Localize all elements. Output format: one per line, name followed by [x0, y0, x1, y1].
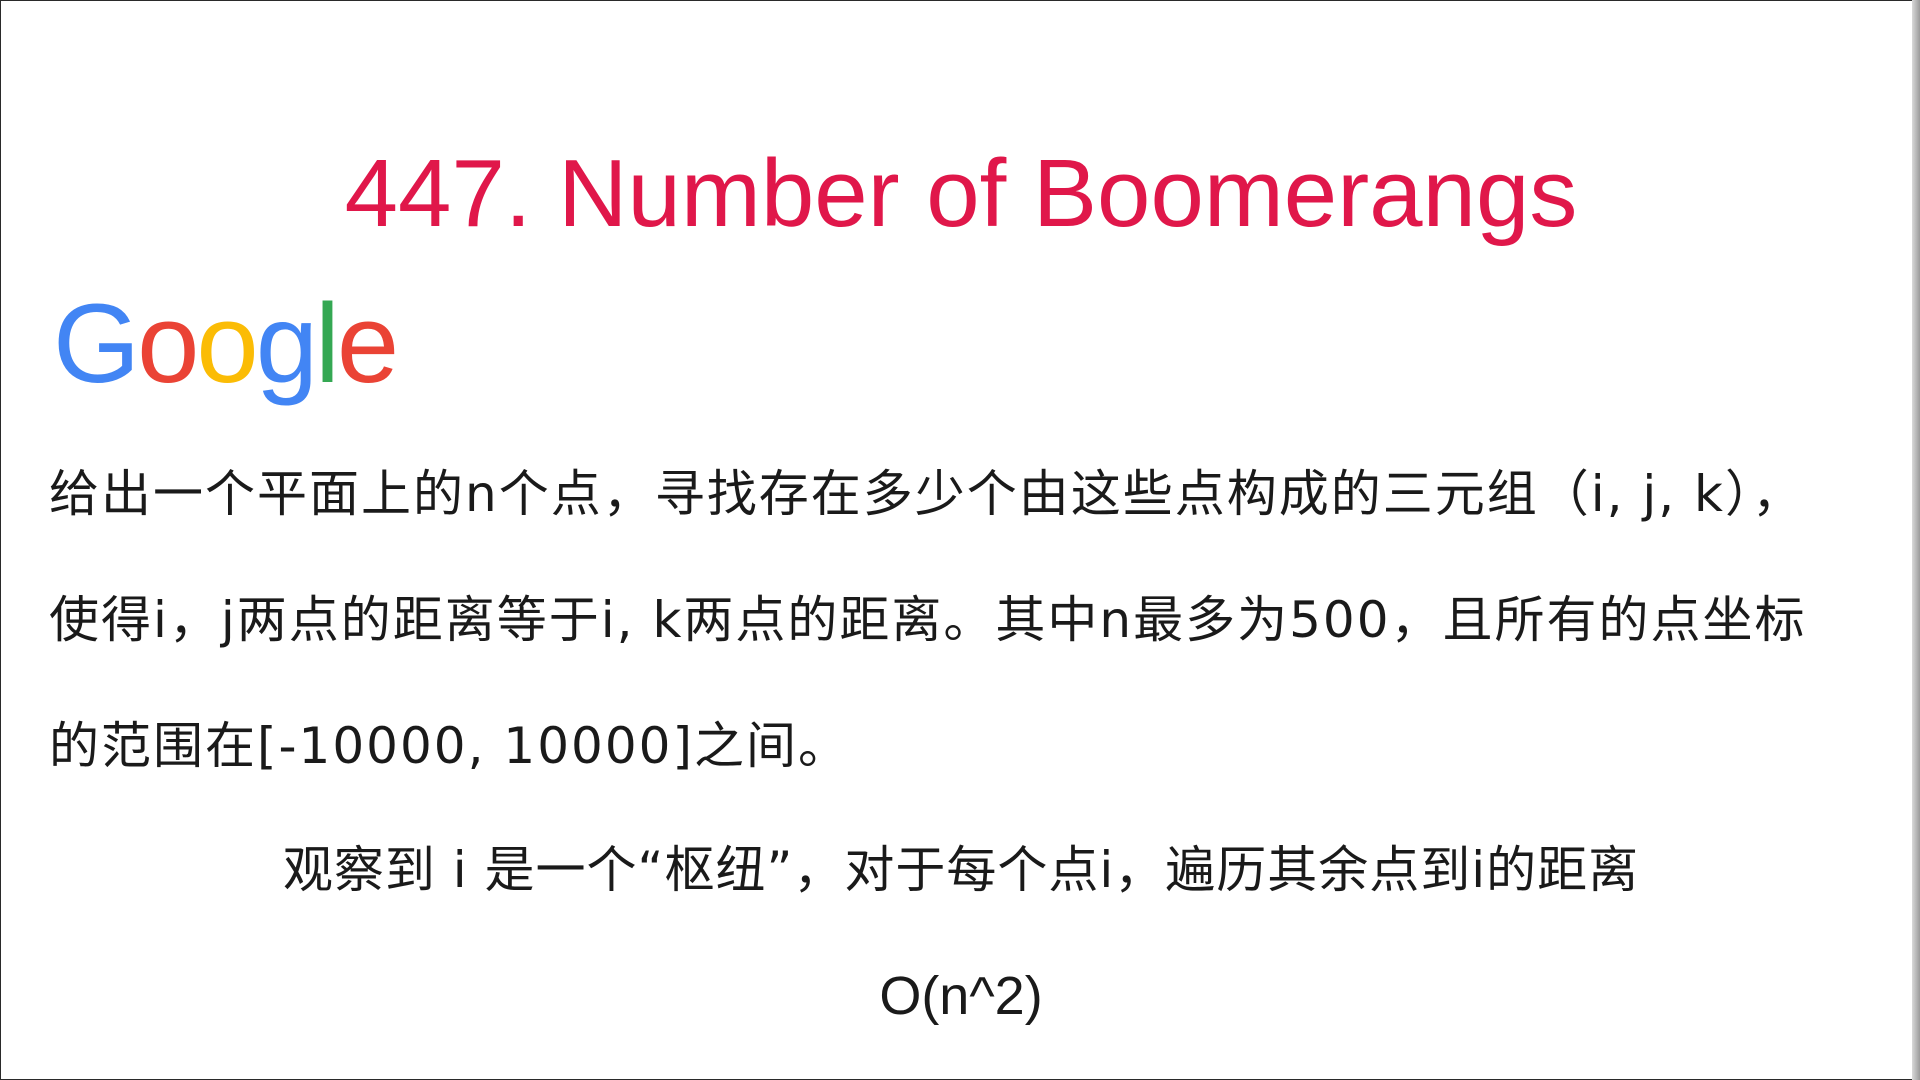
logo-letter-g: G	[53, 281, 140, 406]
time-complexity: O(n^2)	[879, 966, 1043, 1026]
window-edge	[1912, 0, 1920, 1080]
slide-canvas: 447. Number of Boomerangs Google 给出一个平面上…	[0, 0, 1920, 1080]
logo-letter-o1: o	[137, 281, 199, 406]
google-logo: Google	[53, 279, 399, 409]
problem-description: 给出一个平面上的n个点，寻找存在多少个由这些点构成的三元组（i, j, k），使…	[49, 465, 1807, 775]
logo-letter-o2: o	[196, 281, 258, 406]
logo-letter-l: l	[315, 281, 340, 406]
solution-insight: 观察到 i 是一个“枢纽”，对于每个点i，遍历其余点到i的距离	[282, 841, 1640, 899]
page-title: 447. Number of Boomerangs	[344, 140, 1578, 247]
logo-letter-e: e	[336, 281, 399, 406]
logo-letter-g2: g	[255, 281, 318, 406]
